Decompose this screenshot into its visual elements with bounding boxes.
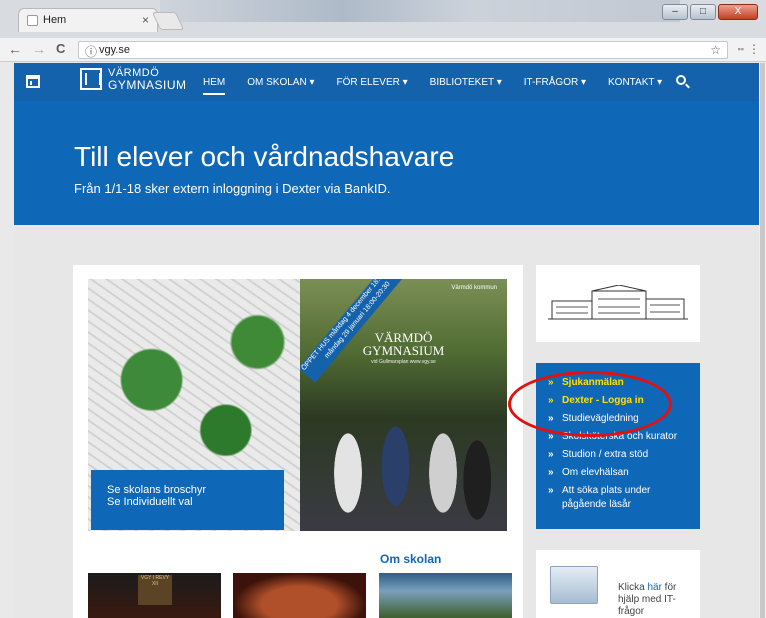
nav-item-biblioteket[interactable]: BIBLIOTEKET ▾ <box>419 63 513 101</box>
url-text: vgy.se <box>99 44 130 56</box>
stage-thumbnail[interactable] <box>233 573 366 618</box>
poster-title: VÄRMDÖ GYMNASIUM <box>300 331 507 357</box>
nav-item-om-skolan[interactable]: OM SKOLAN ▾ <box>236 63 325 101</box>
poster-students <box>310 389 500 529</box>
tab-title: Hem <box>43 14 67 26</box>
info-icon[interactable]: ⓘ <box>85 43 97 60</box>
school-drawing-card <box>536 265 700 342</box>
hero-banner: Till elever och vårdnadshavare Från 1/1-… <box>14 101 766 225</box>
search-icon[interactable] <box>676 75 686 85</box>
link-label[interactable]: Att söka plats under pågående läsår <box>562 484 682 512</box>
brochure-link[interactable]: Se skolans broschyr <box>91 470 284 496</box>
top-navigation: VÄRMDÖ GYMNASIUM HEM OM SKOLAN ▾ FÖR ELE… <box>14 63 766 101</box>
maximize-button[interactable]: □ <box>690 4 716 20</box>
bookmark-star-icon[interactable]: ☆ <box>710 43 721 57</box>
link-label[interactable]: Studion / extra stöd <box>562 448 648 462</box>
main-menu: HEM OM SKOLAN ▾ FÖR ELEVER ▾ BIBLIOTEKET… <box>192 63 673 101</box>
chevron-right-icon: » <box>548 485 554 496</box>
chevron-right-icon: » <box>548 449 554 460</box>
back-arrow-icon[interactable]: ← <box>8 41 22 57</box>
nav-item-it-fragor[interactable]: IT-FRÅGOR ▾ <box>513 63 597 101</box>
help-pre: Klicka <box>618 582 648 593</box>
page-scrollbar[interactable] <box>759 63 766 618</box>
poster-title-line2: GYMNASIUM <box>362 343 445 358</box>
computer-help-icon <box>550 566 598 604</box>
nav-item-kontakt[interactable]: KONTAKT ▾ <box>597 63 673 101</box>
reload-icon[interactable]: C <box>56 41 65 56</box>
link-elevhalsan[interactable]: » Om elevhälsan <box>548 466 682 480</box>
brochure-box[interactable]: Se skolans broschyr Se Individuellt val <box>91 470 284 530</box>
nav-item-hem[interactable]: HEM <box>192 63 236 101</box>
page-icon <box>27 15 38 26</box>
browser-tab[interactable]: Hem × <box>18 8 158 32</box>
poster-subtitle: vid Gullmarsplan www.vgy.se <box>371 359 436 365</box>
link-soka-plats[interactable]: » Att söka plats under pågående läsår <box>548 484 682 512</box>
it-help-card: Klicka här för hjälp med IT-frågor <box>536 550 700 618</box>
website: VÄRMDÖ GYMNASIUM HEM OM SKOLAN ▾ FÖR ELE… <box>14 63 766 618</box>
close-window-button[interactable]: X <box>718 4 758 20</box>
window-controls: – □ X <box>662 4 758 20</box>
school-building-drawing <box>548 285 688 320</box>
link-studion[interactable]: » Studion / extra stöd <box>548 448 682 462</box>
school-logo[interactable]: VÄRMDÖ GYMNASIUM <box>80 67 187 91</box>
building-thumbnail[interactable] <box>379 573 512 618</box>
main-content-card: Se skolans broschyr Se Individuellt val … <box>73 265 523 618</box>
link-label[interactable]: Om elevhälsan <box>562 466 629 480</box>
om-skolan-heading: Om skolan <box>380 552 442 566</box>
close-tab-icon[interactable]: × <box>142 13 149 27</box>
open-house-poster[interactable]: ÖPPET HUS måndag 4 december 18:00-20:30 … <box>300 279 507 531</box>
extension-icon[interactable]: ▪▪ <box>738 44 744 54</box>
revy-thumbnail[interactable]: VGY I REVY XII <box>88 573 221 618</box>
it-help-text: Klicka här för hjälp med IT-frågor <box>618 582 688 618</box>
browser-toolbar: ← → C ⓘ vgy.se ☆ ▪▪ ⋮ <box>0 38 766 62</box>
logo-mark-icon <box>80 68 102 90</box>
logo-line2: GYMNASIUM <box>108 78 187 92</box>
revy-sign: VGY I REVY XII <box>138 575 172 605</box>
it-help-link[interactable]: här <box>647 582 661 593</box>
menu-icon[interactable]: ⋮ <box>748 42 760 56</box>
hero-title: Till elever och vårdnadshavare <box>74 141 455 172</box>
logo-text: VÄRMDÖ GYMNASIUM <box>108 67 187 91</box>
minimize-button[interactable]: – <box>662 4 688 20</box>
window-titlebar: Hem × – □ X <box>0 0 766 38</box>
forward-arrow-icon[interactable]: → <box>32 41 46 57</box>
nav-item-for-elever[interactable]: FÖR ELEVER ▾ <box>326 63 419 101</box>
individuellt-val-link[interactable]: Se Individuellt val <box>91 496 284 508</box>
calendar-icon[interactable] <box>26 75 40 88</box>
address-bar[interactable]: ⓘ vgy.se ☆ <box>78 41 728 59</box>
hero-subtitle: Från 1/1-18 sker extern inloggning i Dex… <box>74 181 391 196</box>
poster-tag: Värmdö kommun <box>451 285 497 291</box>
chevron-right-icon: » <box>548 467 554 478</box>
red-annotation-ellipse <box>508 371 672 437</box>
titlebar-glass <box>160 0 680 22</box>
